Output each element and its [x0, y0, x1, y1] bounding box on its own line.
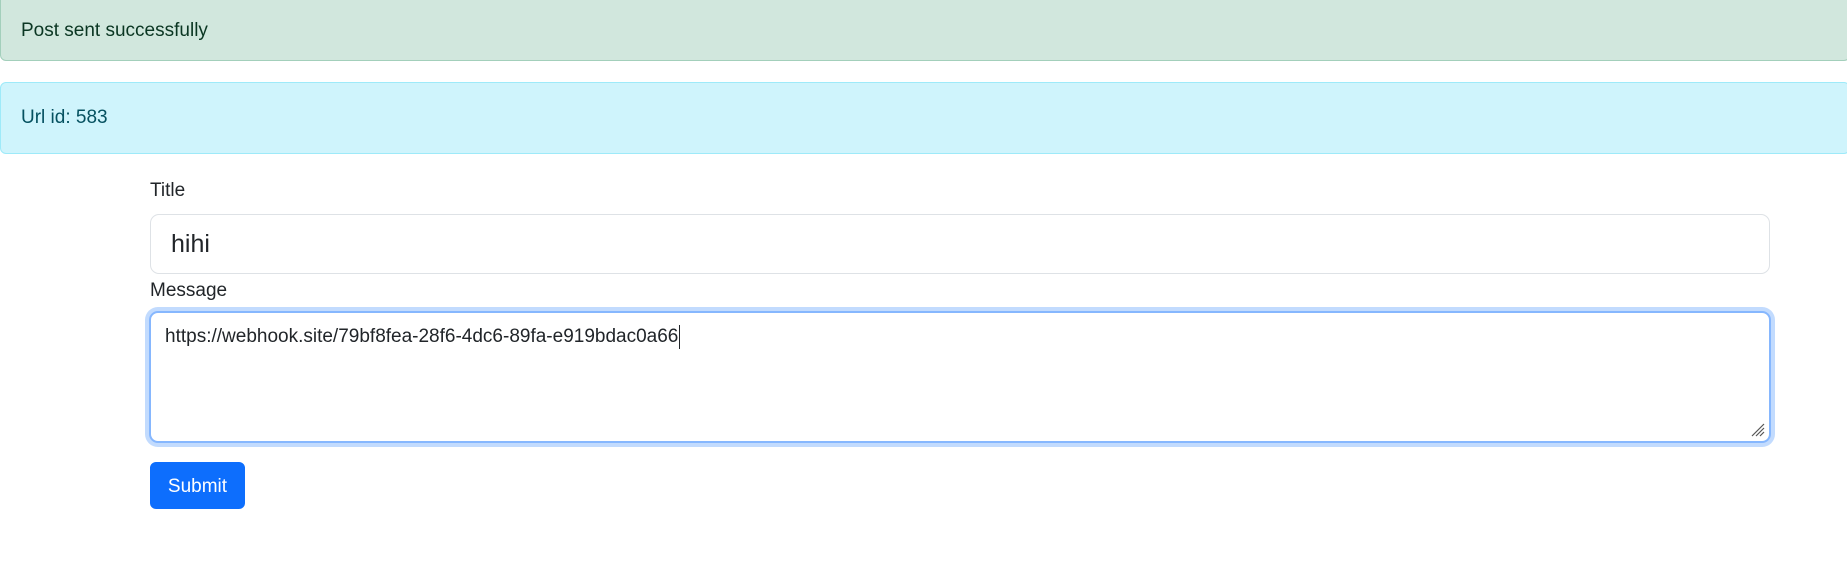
resize-handle-icon[interactable] — [1749, 421, 1765, 437]
title-input[interactable]: hihi — [150, 214, 1770, 274]
success-alert-text: Post sent successfully — [21, 19, 208, 41]
post-form: Title hihi Message https://webhook.site/… — [149, 176, 1771, 509]
title-label: Title — [150, 180, 186, 201]
message-textarea[interactable]: https://webhook.site/79bf8fea-28f6-4dc6-… — [149, 311, 1771, 443]
message-textarea-value: https://webhook.site/79bf8fea-28f6-4dc6-… — [165, 326, 679, 348]
info-alert-text: Url id: 583 — [21, 107, 108, 128]
success-alert: Post sent successfully — [0, 0, 1847, 61]
title-input-value: hihi — [171, 230, 210, 258]
text-caret — [679, 325, 681, 349]
message-label: Message — [150, 280, 228, 301]
info-alert: Url id: 583 — [0, 82, 1847, 154]
submit-button[interactable]: Submit — [150, 462, 245, 509]
